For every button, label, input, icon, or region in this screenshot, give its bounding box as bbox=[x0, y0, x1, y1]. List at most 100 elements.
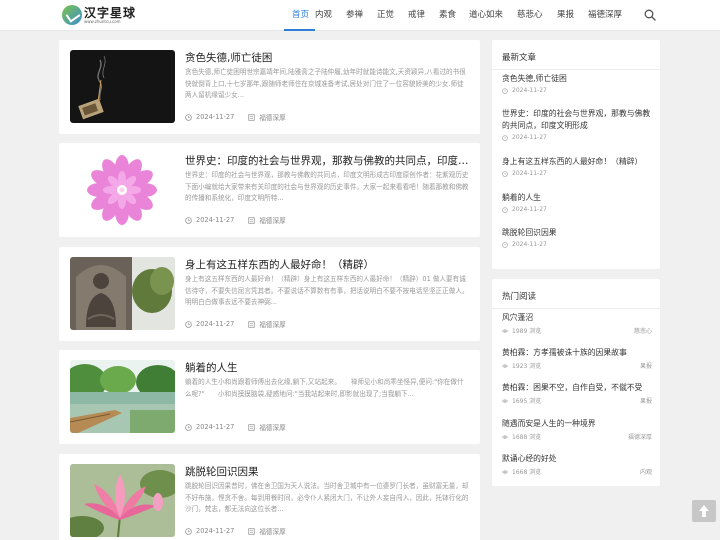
post-thumbnail-pond-landscape[interactable] bbox=[70, 360, 175, 433]
eye-icon bbox=[502, 363, 508, 368]
post-title[interactable]: 贪色失德,师亡徒困 bbox=[185, 50, 470, 65]
category-icon bbox=[248, 216, 256, 224]
widget-title: 最新文章 bbox=[502, 53, 537, 63]
hot-post-title[interactable]: 风穴蓬沼 bbox=[502, 312, 652, 324]
latest-post-item[interactable]: 身上有这五样东西的人最好命！（精辟） 2024-11-27 bbox=[502, 156, 652, 177]
post-title[interactable]: 世界史：印度的社会与世界观，那教与佛教的共同点，印度文明形成 bbox=[185, 153, 470, 168]
post-excerpt: 身上有这五样东西的人最好命！（精辟）身上有这五样东西的人最好命！（精辟）01 做… bbox=[185, 275, 469, 306]
category-icon bbox=[248, 113, 256, 121]
clock-icon bbox=[502, 87, 508, 94]
nav-item-daoxin[interactable]: 道心如来 bbox=[469, 0, 517, 31]
latest-post-date: 2024-11-27 bbox=[512, 134, 547, 141]
category-icon bbox=[248, 320, 256, 328]
latest-post-item[interactable]: 贪色失德,师亡徒困 2024-11-27 bbox=[502, 73, 652, 94]
logo-url-text: www.zhuntcu.com bbox=[84, 19, 121, 24]
eye-icon bbox=[502, 328, 508, 333]
nav-item-home[interactable]: 首页 bbox=[284, 0, 315, 31]
post-title[interactable]: 身上有这五样东西的人最好命！（精辟） bbox=[185, 257, 470, 272]
hot-post-category[interactable]: 慈悲心 bbox=[634, 326, 652, 335]
nav-item-jielv[interactable]: 戒律 bbox=[408, 0, 439, 31]
latest-post-item[interactable]: 世界史：印度的社会与世界观，那教与佛教的共同点，印度文明形成 2024-11-2… bbox=[502, 108, 652, 141]
clock-icon bbox=[185, 113, 192, 121]
post-card[interactable]: 躺着的人生 躺着的人生小和尚跟着师傅出去化缘,躺下,又站起来。 禅师见小和尚乖坐… bbox=[59, 350, 480, 444]
post-meta: 2024-11-27 福德深厚 bbox=[185, 422, 286, 432]
hot-post-title[interactable]: 随遇而安是人生的一种境界 bbox=[502, 418, 652, 430]
latest-post-title[interactable]: 躺着的人生 bbox=[502, 192, 652, 204]
latest-post-date: 2024-11-27 bbox=[512, 87, 547, 94]
nav-item-sushi[interactable]: 素食 bbox=[439, 0, 469, 31]
hot-post-views: 1989 浏览 bbox=[512, 328, 542, 335]
clock-icon bbox=[185, 320, 192, 328]
post-date: 2024-11-27 bbox=[196, 527, 235, 535]
post-meta: 2024-11-27 福德深厚 bbox=[185, 112, 286, 122]
post-card[interactable]: 世界史：印度的社会与世界观，那教与佛教的共同点，印度文明形成 世界史：印度的社会… bbox=[59, 143, 480, 237]
hot-post-category[interactable]: 内观 bbox=[640, 467, 652, 476]
post-thumbnail-incense[interactable] bbox=[70, 50, 175, 123]
latest-post-title[interactable]: 贪色失德,师亡徒困 bbox=[502, 73, 652, 85]
latest-post-title[interactable]: 世界史：印度的社会与世界观，那教与佛教的共同点，印度文明形成 bbox=[502, 108, 652, 132]
site-logo[interactable]: 汉字星球 www.zhuntcu.com bbox=[62, 4, 135, 28]
eye-icon bbox=[502, 398, 508, 403]
hot-post-item[interactable]: 黄柏霖：困果不空，自作自受，不僦不受 1695 浏览 果报 bbox=[502, 382, 652, 405]
nav-item-fude[interactable]: 福德深厚 bbox=[588, 0, 632, 31]
hot-post-item[interactable]: 随遇而安是人生的一种境界 1688 浏览 福德深厚 bbox=[502, 418, 652, 441]
post-card[interactable]: 跳脱轮回识因果 跳脱轮回识因果昔时，佛在舍卫国为天人说法。当时舍卫城中有一位婆罗… bbox=[59, 454, 480, 540]
clock-icon bbox=[185, 216, 192, 224]
post-category[interactable]: 福德深厚 bbox=[259, 112, 285, 122]
post-date: 2024-11-27 bbox=[196, 216, 235, 224]
hot-post-item[interactable]: 黄柏霖：方孝孺被诛十族的因果故事 1923 浏览 果报 bbox=[502, 347, 652, 370]
site-header: 汉字星球 www.zhuntcu.com 首页 内观 参禅 正觉 戒律 素食 道… bbox=[0, 0, 720, 31]
main-nav: 首页 内观 参禅 正觉 戒律 素食 道心如来 慈悲心 果报 福德深厚 bbox=[284, 0, 632, 31]
hot-post-category[interactable]: 果报 bbox=[640, 396, 652, 405]
hot-post-views: 1695 浏览 bbox=[512, 398, 542, 405]
post-thumbnail-buddha-statue[interactable] bbox=[70, 257, 175, 330]
logo-icon bbox=[62, 5, 82, 25]
nav-item-canchan[interactable]: 参禅 bbox=[346, 0, 377, 31]
post-excerpt: 跳脱轮回识因果昔时，佛在舍卫国为天人说法。当时舍卫城中有一位婆罗门长者，虽财富无… bbox=[185, 482, 469, 513]
hot-post-views: 1668 浏览 bbox=[512, 469, 542, 476]
post-title[interactable]: 跳脱轮回识因果 bbox=[185, 464, 470, 479]
nav-item-neiguan[interactable]: 内观 bbox=[315, 0, 346, 31]
latest-post-title[interactable]: 跳脱轮回识因果 bbox=[502, 227, 652, 239]
post-meta: 2024-11-27 福德深厚 bbox=[185, 526, 286, 536]
nav-item-cibeixin[interactable]: 慈悲心 bbox=[517, 0, 557, 31]
post-thumbnail-lotus-pattern[interactable] bbox=[70, 153, 175, 226]
category-icon bbox=[248, 527, 256, 535]
post-category[interactable]: 福德深厚 bbox=[259, 215, 285, 225]
hot-post-views: 1688 浏览 bbox=[512, 434, 542, 441]
post-card[interactable]: 身上有这五样东西的人最好命！（精辟） 身上有这五样东西的人最好命！（精辟）身上有… bbox=[59, 247, 480, 341]
hot-post-title[interactable]: 黄柏霖：方孝孺被诛十族的因果故事 bbox=[502, 347, 652, 359]
post-excerpt: 躺着的人生小和尚跟着师傅出去化缘,躺下,又站起来。 禅师见小和尚乖坐怪异,便问:… bbox=[185, 378, 464, 398]
post-thumbnail-lotus-flower[interactable] bbox=[70, 464, 175, 537]
latest-post-date: 2024-11-27 bbox=[512, 170, 547, 177]
widget-divider bbox=[492, 308, 660, 309]
hot-post-category[interactable]: 福德深厚 bbox=[628, 432, 652, 441]
post-title[interactable]: 躺着的人生 bbox=[185, 360, 470, 375]
nav-item-zhengjue[interactable]: 正觉 bbox=[377, 0, 408, 31]
post-category[interactable]: 福德深厚 bbox=[259, 319, 285, 329]
post-date: 2024-11-27 bbox=[196, 113, 235, 121]
back-to-top-button[interactable] bbox=[692, 500, 716, 522]
hot-post-item[interactable]: 默诵心经的好处 1668 浏览 内观 bbox=[502, 453, 652, 476]
latest-post-item[interactable]: 跳脱轮回识因果 2024-11-27 bbox=[502, 227, 652, 248]
post-category[interactable]: 福德深厚 bbox=[259, 422, 285, 432]
post-card[interactable]: 贪色失德,师亡徒困 贪色失德,师亡徒困明世宗嘉靖年间,陆雅斋之子陆仲履,幼年时就… bbox=[59, 40, 480, 134]
latest-post-item[interactable]: 躺着的人生 2024-11-27 bbox=[502, 192, 652, 213]
hot-post-category[interactable]: 果报 bbox=[640, 361, 652, 370]
category-icon bbox=[248, 423, 256, 431]
arrow-up-icon bbox=[699, 505, 709, 517]
hot-post-title[interactable]: 默诵心经的好处 bbox=[502, 453, 652, 465]
search-icon[interactable] bbox=[644, 9, 656, 21]
post-category[interactable]: 福德深厚 bbox=[259, 526, 285, 536]
widget-divider bbox=[492, 69, 660, 70]
post-date: 2024-11-27 bbox=[196, 320, 235, 328]
latest-post-date: 2024-11-27 bbox=[512, 241, 547, 248]
hot-posts-widget: 热门阅读 风穴蓬沼 1989 浏览 慈悲心 黄柏霖：方孝孺被诛十族的因果故事 1… bbox=[492, 279, 660, 486]
nav-item-guobao[interactable]: 果报 bbox=[557, 0, 588, 31]
latest-post-title[interactable]: 身上有这五样东西的人最好命！（精辟） bbox=[502, 156, 652, 168]
hot-post-title[interactable]: 黄柏霖：困果不空，自作自受，不僦不受 bbox=[502, 382, 652, 394]
post-excerpt: 贪色失德,师亡徒困明世宗嘉靖年间,陆雅斋之子陆仲履,幼年时就能诗能文,天资颖异,… bbox=[185, 68, 466, 99]
eye-icon bbox=[502, 434, 508, 439]
hot-post-item[interactable]: 风穴蓬沼 1989 浏览 慈悲心 bbox=[502, 312, 652, 335]
latest-posts-widget: 最新文章 贪色失德,师亡徒困 2024-11-27 世界史：印度的社会与世界观，… bbox=[492, 40, 660, 269]
